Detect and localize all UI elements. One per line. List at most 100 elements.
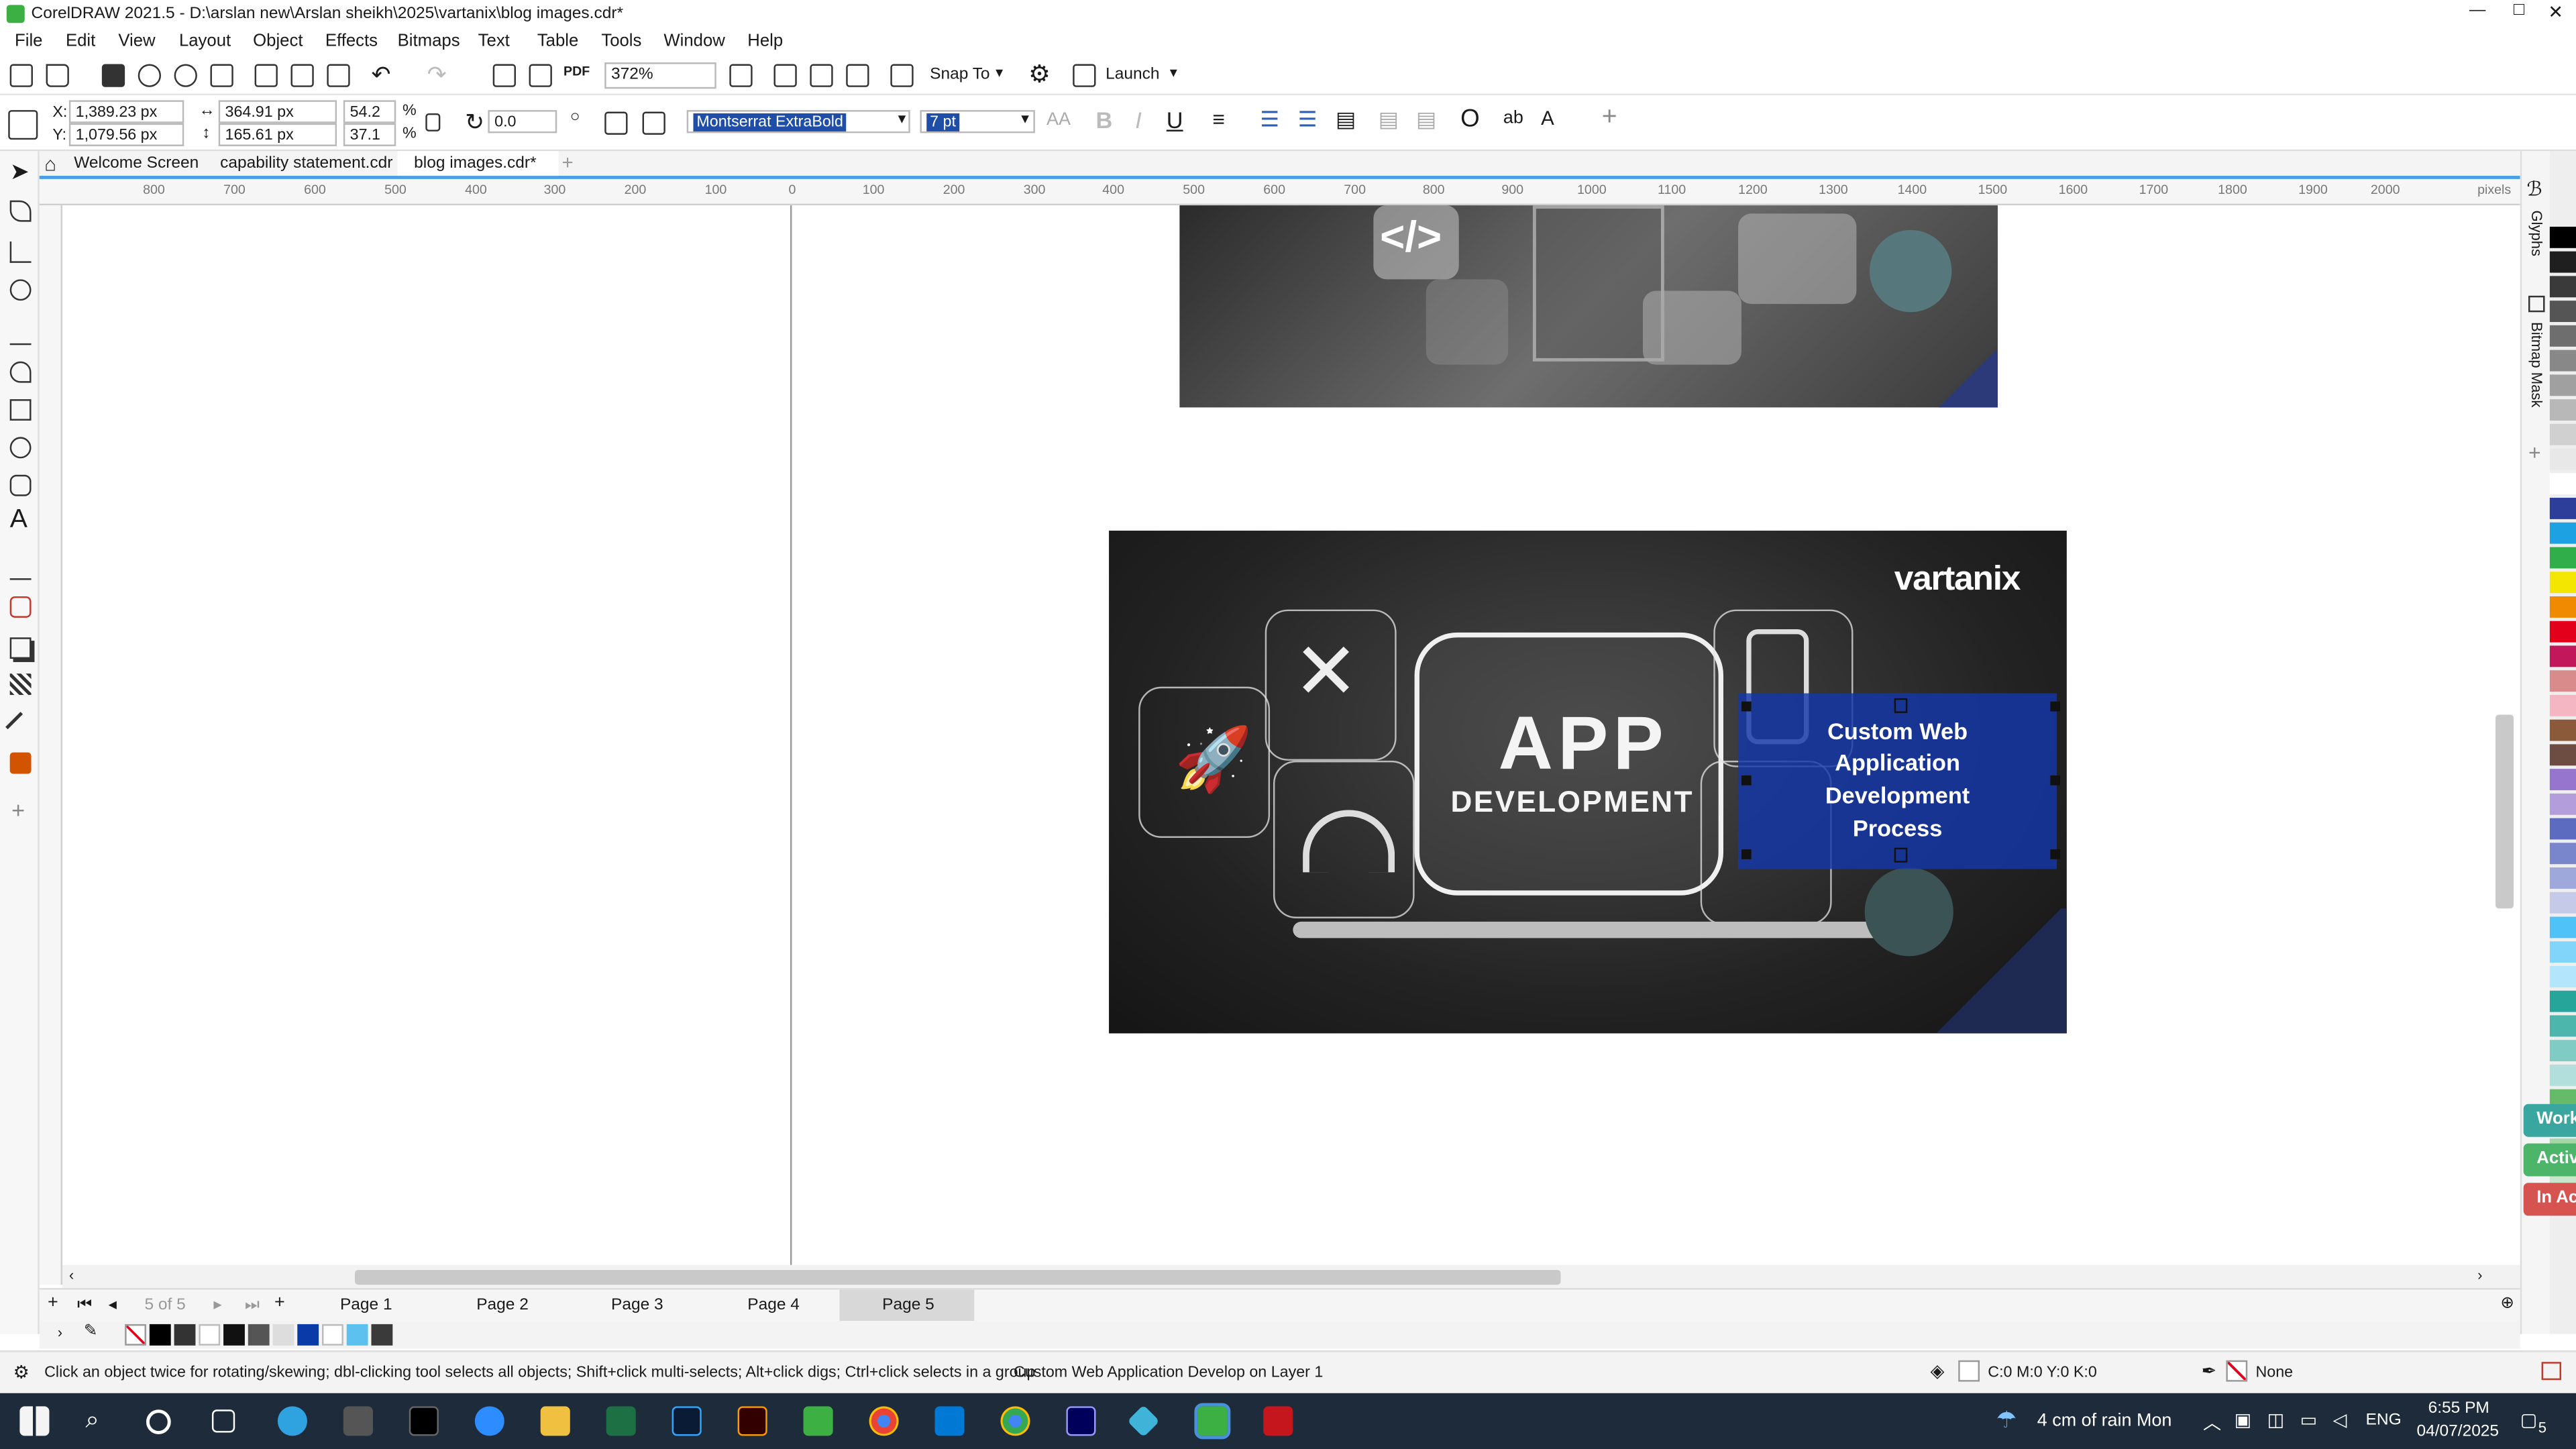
import-icon[interactable] <box>492 64 516 87</box>
tray-display-icon[interactable]: ◫ <box>2267 1409 2284 1431</box>
swatch-gray[interactable] <box>248 1324 270 1346</box>
palette-swatch[interactable] <box>2549 744 2576 766</box>
palette-swatch[interactable] <box>2549 1064 2576 1086</box>
vscode-icon[interactable] <box>934 1406 965 1436</box>
swatch-light-blue[interactable] <box>346 1324 368 1346</box>
horizontal-scrollbar[interactable]: ‹ › <box>62 1265 2520 1289</box>
first-page-icon[interactable]: ⏮ <box>77 1296 92 1314</box>
palette-eyedropper-icon[interactable]: ✎ <box>84 1322 98 1340</box>
crop-tool-icon[interactable] <box>9 241 32 263</box>
page-tab-2[interactable]: Page 2 <box>476 1296 529 1314</box>
zoom-level-select[interactable]: 372% <box>604 62 716 89</box>
menu-edit[interactable]: Edit <box>66 32 95 51</box>
font-size-scale-icon[interactable]: AA <box>1046 110 1071 129</box>
rotation-angle-field[interactable]: 0.0 <box>488 110 557 133</box>
palette-swatch[interactable] <box>2549 843 2576 865</box>
add-toolbar-plus-icon[interactable]: + <box>1602 103 1617 133</box>
interactive-fill-tool-icon[interactable] <box>9 752 32 774</box>
font-family-chevron-down-icon[interactable]: ▼ <box>896 112 908 127</box>
acrobat-icon[interactable] <box>1263 1406 1293 1436</box>
page-tab-5-active[interactable]: Page 5 <box>839 1289 975 1323</box>
object-origin-icon[interactable] <box>8 110 38 140</box>
palette-swatch[interactable] <box>2549 325 2576 347</box>
palette-swatch[interactable] <box>2549 793 2576 815</box>
width-field[interactable]: 364.91 px <box>218 100 337 123</box>
tab-capability-statement[interactable]: capability statement.cdr <box>220 154 392 172</box>
show-grid-icon[interactable] <box>810 64 833 87</box>
launch-icon[interactable] <box>1073 64 1096 87</box>
palette-swatch[interactable] <box>2549 1040 2576 1062</box>
snap-to-dropdown[interactable]: Snap To <box>930 66 989 84</box>
palette-swatch[interactable] <box>2549 596 2576 618</box>
scroll-left-icon[interactable]: ‹ <box>69 1267 74 1283</box>
new-document-icon[interactable] <box>9 64 33 87</box>
next-page-icon[interactable]: ▸ <box>213 1296 221 1314</box>
cut-icon[interactable] <box>254 64 278 87</box>
coreldraw-icon[interactable] <box>803 1406 833 1436</box>
drop-shadow-tool-icon[interactable] <box>9 637 32 659</box>
palette-swatch[interactable] <box>2549 867 2576 889</box>
palette-swatch[interactable] <box>2549 916 2576 938</box>
selection-handle[interactable] <box>2050 775 2061 786</box>
palette-swatch[interactable] <box>2549 350 2576 372</box>
show-guidelines-icon[interactable] <box>846 64 869 87</box>
tab-welcome-screen[interactable]: Welcome Screen <box>74 154 199 172</box>
artistic-media-tool-icon[interactable] <box>9 361 32 383</box>
swatch-black-2[interactable] <box>223 1324 245 1346</box>
palette-swatch[interactable] <box>2549 498 2576 519</box>
copy-icon[interactable] <box>290 64 314 87</box>
terminal-icon[interactable] <box>409 1406 439 1436</box>
palette-swatch[interactable] <box>2549 423 2576 445</box>
export-pdf-icon[interactable]: PDF <box>564 64 590 79</box>
home-icon[interactable]: ⌂ <box>44 153 56 176</box>
menu-help[interactable]: Help <box>747 32 783 51</box>
palette-swatch[interactable] <box>2549 1015 2576 1037</box>
palette-swatch[interactable] <box>2549 448 2576 470</box>
save-icon[interactable] <box>101 64 125 87</box>
palette-swatch[interactable] <box>2549 276 2576 298</box>
zoom-page-icon[interactable] <box>729 64 753 87</box>
snap-chevron-down-icon[interactable]: ▾ <box>996 64 1003 83</box>
swatch-white[interactable] <box>199 1324 221 1346</box>
edge-icon[interactable] <box>277 1406 307 1436</box>
parallel-dimension-tool-icon[interactable] <box>9 559 32 580</box>
bold-icon[interactable]: B <box>1095 107 1112 133</box>
search-icon[interactable]: ⌕ <box>85 1406 99 1434</box>
tray-language[interactable]: ENG <box>2366 1411 2402 1430</box>
menu-view[interactable]: View <box>118 32 155 51</box>
add-tool-plus-icon[interactable]: + <box>11 797 25 823</box>
undo-icon[interactable]: ↶ <box>371 61 390 89</box>
close-button[interactable]: ✕ <box>2548 1 2563 23</box>
last-page-icon[interactable]: ⏭ <box>245 1296 260 1314</box>
status-gear-icon[interactable]: ⚙ <box>13 1362 30 1383</box>
selection-handle[interactable] <box>2050 701 2061 712</box>
tab-blog-images-active[interactable]: blog images.cdr* <box>397 151 559 176</box>
active-status-tab[interactable]: Activ <box>2523 1143 2576 1177</box>
menu-tools[interactable]: Tools <box>601 32 641 51</box>
notification-icon[interactable]: ▢ <box>2520 1409 2537 1431</box>
illustrator-icon[interactable] <box>737 1406 767 1436</box>
palette-swatch[interactable] <box>2549 522 2576 544</box>
vertical-scroll-thumb[interactable] <box>2496 714 2514 909</box>
file-explorer-icon[interactable] <box>540 1406 570 1436</box>
pick-tool-icon[interactable]: ➤ <box>10 158 30 186</box>
docker-tab-bitmap-mask[interactable]: Bitmap Mask <box>2528 322 2544 407</box>
mirror-horizontal-icon[interactable] <box>604 111 628 135</box>
menu-effects[interactable]: Effects <box>325 32 378 51</box>
selection-handle[interactable] <box>1741 701 1752 712</box>
cortana-icon[interactable] <box>146 1409 171 1434</box>
font-size-select[interactable]: 7 pt <box>920 110 1035 133</box>
swatch-black[interactable] <box>149 1324 171 1346</box>
connector-tool-icon[interactable] <box>9 596 32 618</box>
options-gear-icon[interactable]: ⚙ <box>1028 59 1051 89</box>
palette-swatch[interactable] <box>2549 645 2576 667</box>
font-size-chevron-down-icon[interactable]: ▼ <box>1018 112 1031 127</box>
blog-image-top[interactable]: </> <box>1179 205 1998 408</box>
text-tool-icon[interactable]: A <box>10 506 28 535</box>
add-page-after-icon[interactable]: + <box>274 1293 285 1312</box>
fill-color-swatch[interactable] <box>1958 1360 1980 1382</box>
drop-cap-icon[interactable]: ▤ <box>1336 107 1356 133</box>
swatch-white-2[interactable] <box>322 1324 343 1346</box>
palette-swatch[interactable] <box>2549 301 2576 323</box>
pen-app-icon[interactable] <box>343 1406 373 1436</box>
